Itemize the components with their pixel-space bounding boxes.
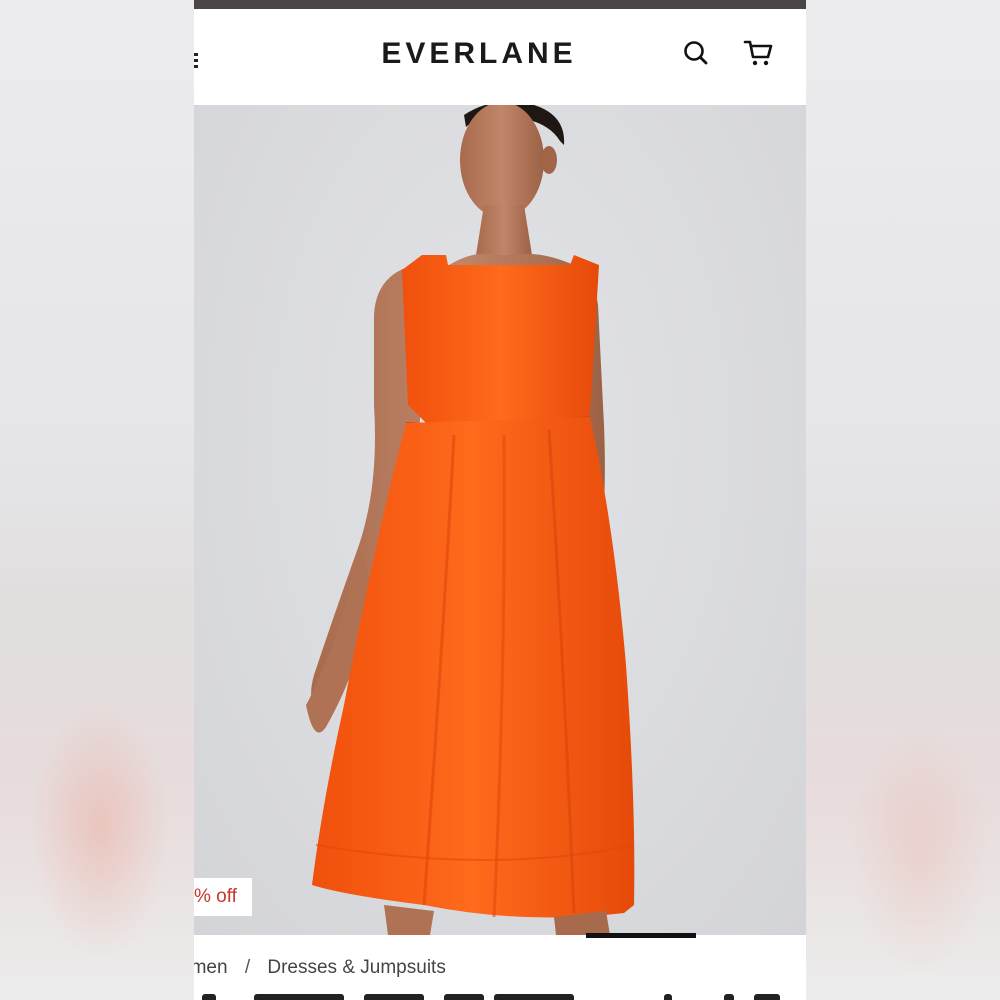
product-image[interactable]: % off — [194, 105, 806, 935]
blurred-backdrop-left — [0, 0, 194, 1000]
brand-logo[interactable]: EVERLANE — [194, 37, 764, 71]
discount-badge: % off — [194, 878, 252, 916]
breadcrumb: omen / Dresses & Jumpsuits — [194, 957, 446, 979]
phone-screen: EVERLANE % off men / Dresses & Jumpsuits — [194, 0, 806, 1000]
site-header: EVERLANE — [194, 9, 806, 105]
breadcrumb-item-women[interactable]: omen — [194, 957, 228, 978]
breadcrumb-item-dresses-jumpsuits[interactable]: Dresses & Jumpsuits — [267, 957, 445, 978]
cart-icon[interactable] — [742, 37, 774, 69]
product-title-cut-off — [194, 990, 806, 1000]
status-bar — [194, 0, 806, 9]
breadcrumb-separator: / — [244, 957, 251, 978]
blurred-backdrop-right — [806, 0, 1000, 1000]
carousel-position-indicator[interactable] — [586, 933, 696, 938]
search-icon[interactable] — [682, 39, 710, 67]
product-photo — [306, 105, 635, 935]
